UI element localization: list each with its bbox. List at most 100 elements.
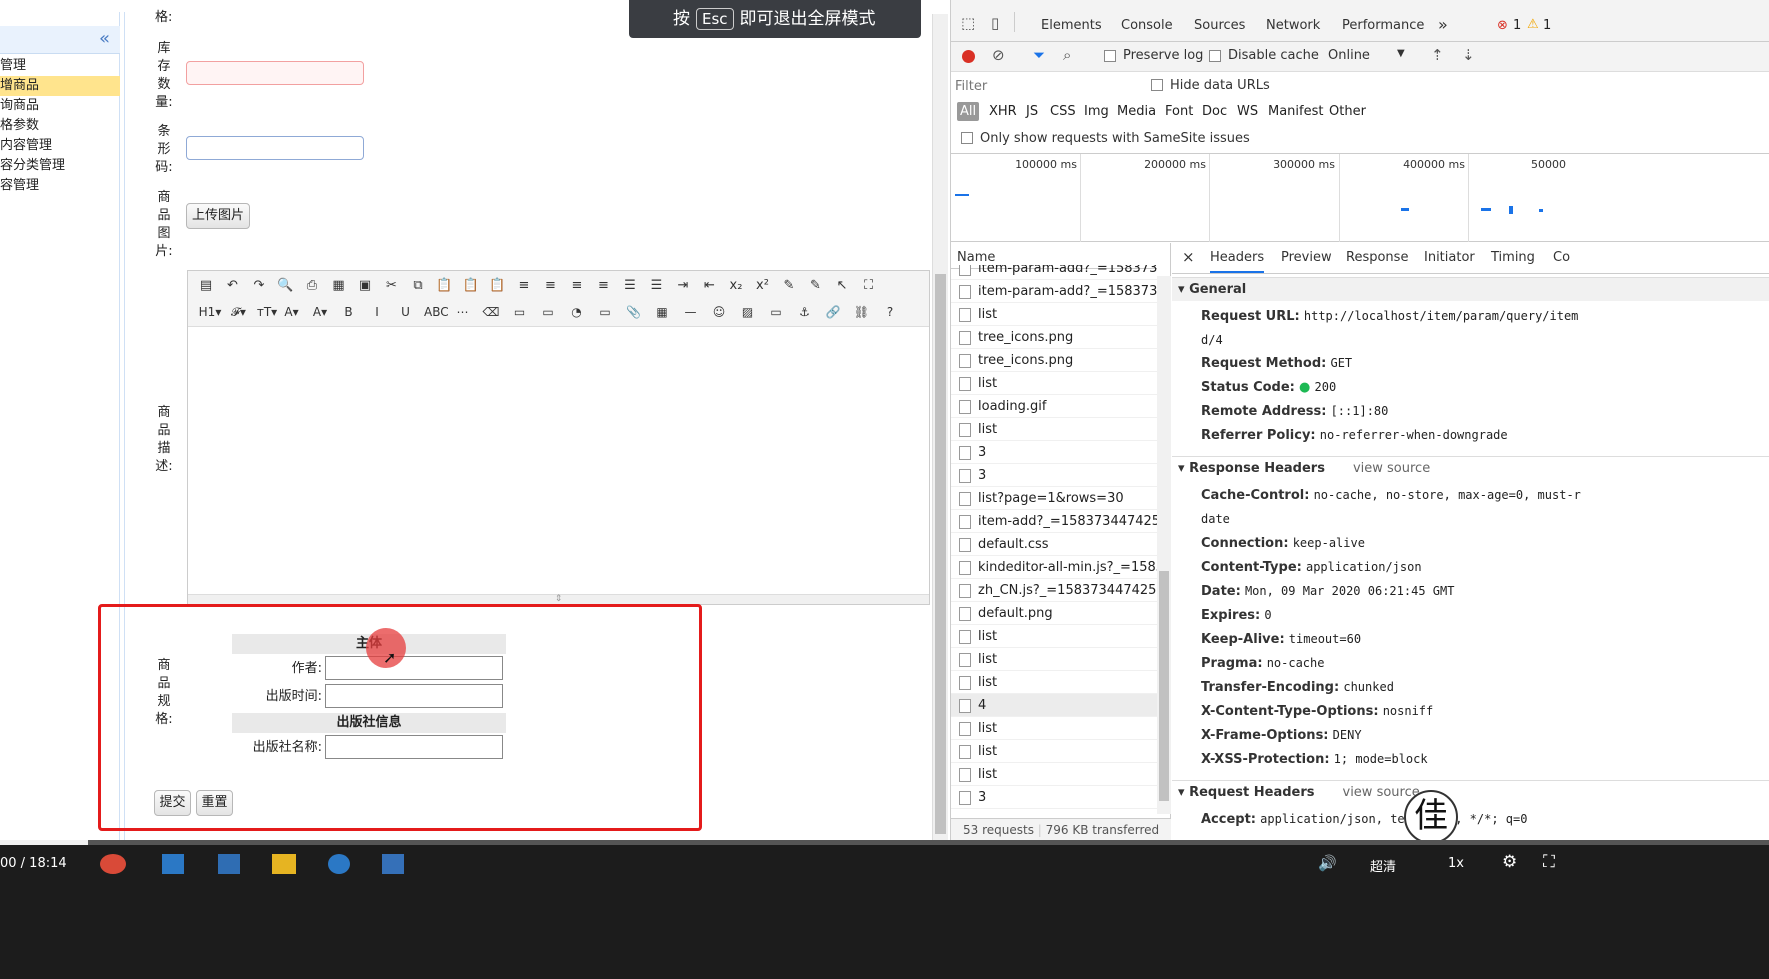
editor-tool-icon[interactable]: ▭ xyxy=(510,302,530,322)
request-row[interactable]: list xyxy=(951,740,1157,763)
request-view-source-link[interactable]: view source xyxy=(1343,785,1420,800)
main-scrollbar[interactable] xyxy=(932,14,948,840)
sidebar-item[interactable]: 内容管理 xyxy=(0,136,120,156)
type-css[interactable]: CSS xyxy=(1050,104,1076,119)
sidebar-item-add-item[interactable]: 增商品 xyxy=(0,76,120,96)
tab-initiator[interactable]: Initiator xyxy=(1424,250,1475,265)
editor-content-area[interactable] xyxy=(188,328,929,594)
request-list-scrollbar-thumb[interactable] xyxy=(1159,571,1169,801)
tab-console[interactable]: Console xyxy=(1121,18,1173,33)
editor-tool-icon[interactable]: ⌫ xyxy=(481,302,501,322)
chevron-down-icon[interactable]: ▼ xyxy=(1397,48,1405,59)
editor-tool-icon[interactable]: — xyxy=(681,302,701,322)
app-icon[interactable] xyxy=(162,854,184,874)
editor-tool-icon[interactable]: ⛶ xyxy=(859,276,879,296)
request-row[interactable]: default.png xyxy=(951,602,1157,625)
sidebar-item[interactable]: 容分类管理 xyxy=(0,156,120,176)
editor-tool-icon[interactable]: x₂ xyxy=(726,276,746,296)
editor-tool-icon[interactable]: тT▾ xyxy=(253,302,281,322)
editor-tool-icon[interactable]: ↷ xyxy=(249,276,269,296)
gear-icon[interactable]: ⚙ xyxy=(1502,852,1517,872)
editor-tool-icon[interactable]: B xyxy=(339,302,359,322)
hide-data-urls-checkbox[interactable] xyxy=(1151,79,1163,91)
request-row[interactable]: list xyxy=(951,418,1157,441)
request-row[interactable]: tree_icons.png xyxy=(951,349,1157,372)
editor-tool-icon[interactable]: A▾ xyxy=(310,302,330,322)
inspect-element-icon[interactable]: ⬚ xyxy=(961,14,975,32)
samesite-checkbox[interactable] xyxy=(961,132,973,144)
sidebar-item[interactable]: 格参数 xyxy=(0,116,120,136)
editor-tool-icon[interactable]: ABC xyxy=(424,302,449,322)
editor-tool-icon[interactable]: ▣ xyxy=(355,276,375,296)
type-img[interactable]: Img xyxy=(1084,104,1109,119)
type-doc[interactable]: Doc xyxy=(1202,104,1227,119)
sidebar-item[interactable]: 管理 xyxy=(0,56,120,76)
editor-tool-icon[interactable]: x² xyxy=(753,276,773,296)
request-row[interactable]: item-add?_=1583734474250 xyxy=(951,510,1157,533)
editor-tool-icon[interactable]: 🔍 xyxy=(276,276,296,296)
app-icon[interactable] xyxy=(328,854,350,874)
editor-tool-icon[interactable]: ⋯ xyxy=(453,302,473,322)
filter-input[interactable] xyxy=(955,75,1138,97)
filter-icon[interactable]: ⏷ xyxy=(1033,46,1045,64)
general-section-header[interactable]: ▾ General xyxy=(1172,277,1769,301)
editor-tool-icon[interactable]: 📋 xyxy=(461,276,481,296)
editor-tool-icon[interactable]: ✎ xyxy=(806,276,826,296)
request-row[interactable]: list xyxy=(951,625,1157,648)
request-row[interactable]: zh_CN.js?_=1583734474252 xyxy=(951,579,1157,602)
close-icon[interactable]: × xyxy=(1182,248,1195,266)
editor-tool-icon[interactable]: ▤ xyxy=(196,276,216,296)
more-tabs-icon[interactable]: » xyxy=(1438,15,1448,34)
editor-tool-icon[interactable]: 📋 xyxy=(488,276,508,296)
speed-selector[interactable]: 1x xyxy=(1448,856,1464,871)
editor-tool-icon[interactable]: ▦ xyxy=(329,276,349,296)
network-overview-timeline[interactable]: 100000 ms 200000 ms 300000 ms 400000 ms … xyxy=(951,154,1769,242)
request-row[interactable]: default.css xyxy=(951,533,1157,556)
editor-tool-icon[interactable]: ☺ xyxy=(709,302,729,322)
stock-input[interactable] xyxy=(186,61,364,85)
record-icon[interactable] xyxy=(962,50,975,63)
editor-tool-icon[interactable]: ▭ xyxy=(595,302,615,322)
editor-tool-icon[interactable]: ⚓ xyxy=(795,302,815,322)
type-other[interactable]: Other xyxy=(1329,104,1366,119)
editor-tool-icon[interactable]: ⇤ xyxy=(700,276,720,296)
preserve-log-checkbox[interactable] xyxy=(1104,50,1116,62)
editor-tool-icon[interactable]: ▦ xyxy=(652,302,672,322)
editor-tool-icon[interactable]: ≡ xyxy=(514,276,534,296)
type-xhr[interactable]: XHR xyxy=(989,104,1017,119)
tab-elements[interactable]: Elements xyxy=(1041,18,1102,33)
app-icon[interactable] xyxy=(218,854,240,874)
editor-tool-icon[interactable]: ≡ xyxy=(541,276,561,296)
type-js[interactable]: JS xyxy=(1026,104,1038,119)
request-row[interactable]: list xyxy=(951,372,1157,395)
request-headers-section-header[interactable]: ▾ Request Headers view source xyxy=(1172,780,1769,804)
volume-icon[interactable]: 🔊 xyxy=(1318,854,1337,872)
barcode-input[interactable] xyxy=(186,136,364,160)
editor-resize-handle[interactable]: ⇕ xyxy=(188,594,929,604)
editor-tool-icon[interactable]: 🔗 xyxy=(823,302,843,322)
request-row[interactable]: list xyxy=(951,763,1157,786)
request-row[interactable]: kindeditor-all-min.js?_=15837 xyxy=(951,556,1157,579)
editor-tool-icon[interactable]: ✂ xyxy=(382,276,402,296)
editor-tool-icon[interactable]: ? xyxy=(880,302,900,322)
app-icon[interactable] xyxy=(382,854,404,874)
tab-cookies[interactable]: Co xyxy=(1553,250,1570,265)
video-progress-bar[interactable] xyxy=(0,840,1769,845)
request-row[interactable]: 3 xyxy=(951,786,1157,809)
editor-tool-icon[interactable]: H1▾ xyxy=(196,302,224,322)
response-view-source-link[interactable]: view source xyxy=(1353,461,1430,476)
device-toolbar-icon[interactable]: ▯ xyxy=(991,14,999,32)
request-row[interactable]: 3 xyxy=(951,441,1157,464)
type-ws[interactable]: WS xyxy=(1237,104,1258,119)
tab-timing[interactable]: Timing xyxy=(1491,250,1535,265)
editor-tool-icon[interactable]: ↶ xyxy=(223,276,243,296)
error-count[interactable]: 1 xyxy=(1513,18,1521,33)
export-har-icon[interactable]: ⇣ xyxy=(1462,46,1475,64)
sidebar-item[interactable]: 容管理 xyxy=(0,176,120,196)
editor-tool-icon[interactable]: ≡ xyxy=(594,276,614,296)
tab-response[interactable]: Response xyxy=(1346,250,1408,265)
type-font[interactable]: Font xyxy=(1165,104,1193,119)
tab-headers[interactable]: Headers xyxy=(1210,250,1265,273)
main-scrollbar-thumb[interactable] xyxy=(935,274,946,834)
editor-tool-icon[interactable]: ≡ xyxy=(567,276,587,296)
